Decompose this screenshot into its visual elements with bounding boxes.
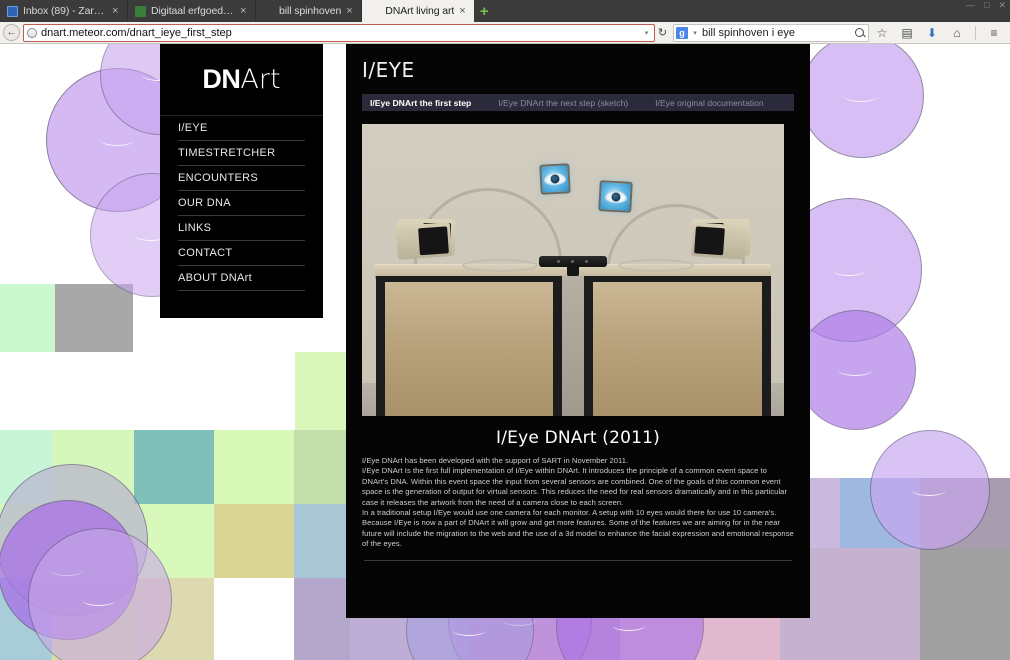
blank-favicon-icon — [263, 6, 274, 17]
background-circle — [800, 44, 924, 158]
cabinet-right — [584, 276, 771, 416]
new-tab-button[interactable]: + — [474, 0, 495, 22]
tab-ieye-first-step[interactable]: I/Eye DNArt the first step — [370, 98, 498, 108]
sidebar-nav: I/EYE TIMESTRETCHER ENCOUNTERS OUR DNA L… — [160, 116, 323, 291]
eye-screen-right — [598, 180, 633, 213]
description-paragraph-3: In a traditional setup I/Eye would use o… — [362, 508, 794, 549]
toolbar-divider — [975, 25, 976, 40]
artwork-photo[interactable] — [362, 124, 784, 416]
tabstrip-empty-area — [494, 0, 1010, 22]
description-paragraph-2: I/Eye DNArt Is the first full implementa… — [362, 466, 788, 507]
back-button[interactable]: ← — [3, 24, 20, 41]
subtab-bar: I/Eye DNArt the first step I/Eye DNArt t… — [362, 94, 794, 111]
artwork-description: I/Eye DNArt has been developed with the … — [362, 456, 794, 550]
lamp-base-left — [462, 259, 538, 272]
sidebar-item-about-dnart[interactable]: ABOUT DNArt — [178, 266, 305, 291]
background-square — [55, 284, 133, 352]
background-square — [0, 284, 55, 352]
site-sidebar: DNArt I/EYE TIMESTRETCHER ENCOUNTERS OUR… — [160, 44, 323, 318]
minimize-icon[interactable]: — — [966, 1, 975, 10]
cabinet-gap — [562, 276, 584, 416]
close-window-icon[interactable]: ✕ — [998, 1, 1006, 10]
reading-list-icon[interactable]: ▤ — [900, 26, 914, 40]
blank-favicon-icon — [369, 6, 380, 17]
search-bar[interactable]: g ▾ bill spinhoven i eye — [673, 23, 869, 42]
kinect-sensor — [539, 256, 607, 277]
sidebar-item-label: I/EYE — [178, 122, 208, 134]
sidebar-item-encounters[interactable]: ENCOUNTERS — [178, 166, 305, 191]
sidebar-item-label: TIMESTRETCHER — [178, 147, 276, 159]
content-divider — [364, 559, 792, 561]
browser-toolbar-icons: ☆ ▤ ⬇ ⌂ ≡ — [869, 25, 1007, 40]
close-icon[interactable]: × — [346, 5, 355, 17]
lamp-base-right — [618, 259, 694, 272]
downloads-icon[interactable]: ⬇ — [925, 26, 939, 40]
browser-navigation-bar: ← dnart.meteor.com/dnart_ieye_first_step… — [0, 22, 1010, 44]
logo-light-text: Art — [240, 64, 281, 95]
cabinet-left — [376, 276, 562, 416]
url-input[interactable]: dnart.meteor.com/dnart_ieye_first_step — [41, 27, 638, 39]
monitor-mount-left — [395, 222, 453, 260]
page-title: I/EYE — [362, 58, 415, 82]
close-icon[interactable]: × — [112, 5, 121, 17]
background-circle — [796, 310, 916, 430]
browser-tabstrip: Inbox (89) - Zarafa ... × Digitaal erfgo… — [0, 0, 1010, 22]
sidebar-item-ieye[interactable]: I/EYE — [178, 116, 305, 141]
close-icon[interactable]: × — [459, 5, 468, 17]
google-badge-icon[interactable]: g — [676, 26, 688, 39]
tab-title: DNArt living art — [385, 5, 455, 17]
monitor-mount-right — [690, 222, 748, 260]
eye-screen-left — [539, 163, 571, 195]
tab-title: Inbox (89) - Zarafa ... — [23, 5, 107, 17]
sidebar-item-our-dna[interactable]: OUR DNA — [178, 191, 305, 216]
chevron-down-icon[interactable]: ▾ — [691, 29, 699, 37]
content-panel: I/EYE I/Eye DNArt the first step I/Eye D… — [346, 44, 810, 618]
background-circle — [870, 430, 990, 550]
logo-bold-text: DN — [202, 64, 241, 94]
tab-ieye-original-documentation[interactable]: I/Eye original documentation — [655, 98, 790, 108]
mail-favicon-icon — [7, 5, 18, 17]
sidebar-item-label: ENCOUNTERS — [178, 172, 259, 184]
reload-icon[interactable]: ↻ — [655, 26, 670, 39]
globe-icon — [27, 27, 37, 38]
background-circle — [28, 528, 172, 660]
browser-tab-0[interactable]: Inbox (89) - Zarafa ... × — [0, 0, 128, 22]
browser-tab-2[interactable]: bill spinhoven × — [256, 0, 363, 22]
site-wrapper: DNArt I/EYE TIMESTRETCHER ENCOUNTERS OUR… — [160, 44, 810, 660]
window-controls: — □ ✕ — [966, 1, 1006, 10]
bookmark-star-icon[interactable]: ☆ — [875, 26, 889, 40]
sidebar-item-label: ABOUT DNArt — [178, 272, 252, 284]
sidebar-item-timestretcher[interactable]: TIMESTRETCHER — [178, 141, 305, 166]
search-input[interactable]: bill spinhoven i eye — [702, 27, 851, 39]
sidebar-item-label: LINKS — [178, 222, 212, 234]
sidebar-item-contact[interactable]: CONTACT — [178, 241, 305, 266]
home-icon[interactable]: ⌂ — [950, 26, 964, 40]
site-logo[interactable]: DNArt — [160, 44, 323, 116]
tab-title: Digitaal erfgoed: va... — [151, 5, 235, 17]
browser-tab-3[interactable]: DNArt living art × — [362, 0, 475, 22]
page-viewport: DNArt I/EYE TIMESTRETCHER ENCOUNTERS OUR… — [0, 44, 1010, 660]
tab-ieye-next-step[interactable]: I/Eye DNArt the next step (sketch) — [498, 98, 655, 108]
menu-icon[interactable]: ≡ — [987, 26, 1001, 40]
browser-tab-1[interactable]: Digitaal erfgoed: va... × — [128, 0, 256, 22]
description-paragraph-1: I/Eye DNArt has been developed with the … — [362, 456, 629, 465]
close-icon[interactable]: × — [240, 5, 249, 17]
url-bar[interactable]: dnart.meteor.com/dnart_ieye_first_step ▾ — [23, 23, 655, 42]
chevron-down-icon[interactable]: ▾ — [642, 29, 651, 37]
sidebar-item-links[interactable]: LINKS — [178, 216, 305, 241]
browser-chrome: Inbox (89) - Zarafa ... × Digitaal erfgo… — [0, 0, 1010, 44]
sidebar-item-label: OUR DNA — [178, 197, 231, 209]
tab-title: bill spinhoven — [279, 5, 342, 17]
artwork-title: I/Eye DNArt (2011) — [495, 428, 661, 448]
search-icon[interactable] — [854, 27, 866, 39]
sidebar-item-label: CONTACT — [178, 247, 233, 259]
background-square — [840, 548, 920, 660]
site-favicon-icon — [135, 5, 146, 17]
maximize-icon[interactable]: □ — [984, 1, 989, 10]
background-square — [920, 548, 1010, 660]
